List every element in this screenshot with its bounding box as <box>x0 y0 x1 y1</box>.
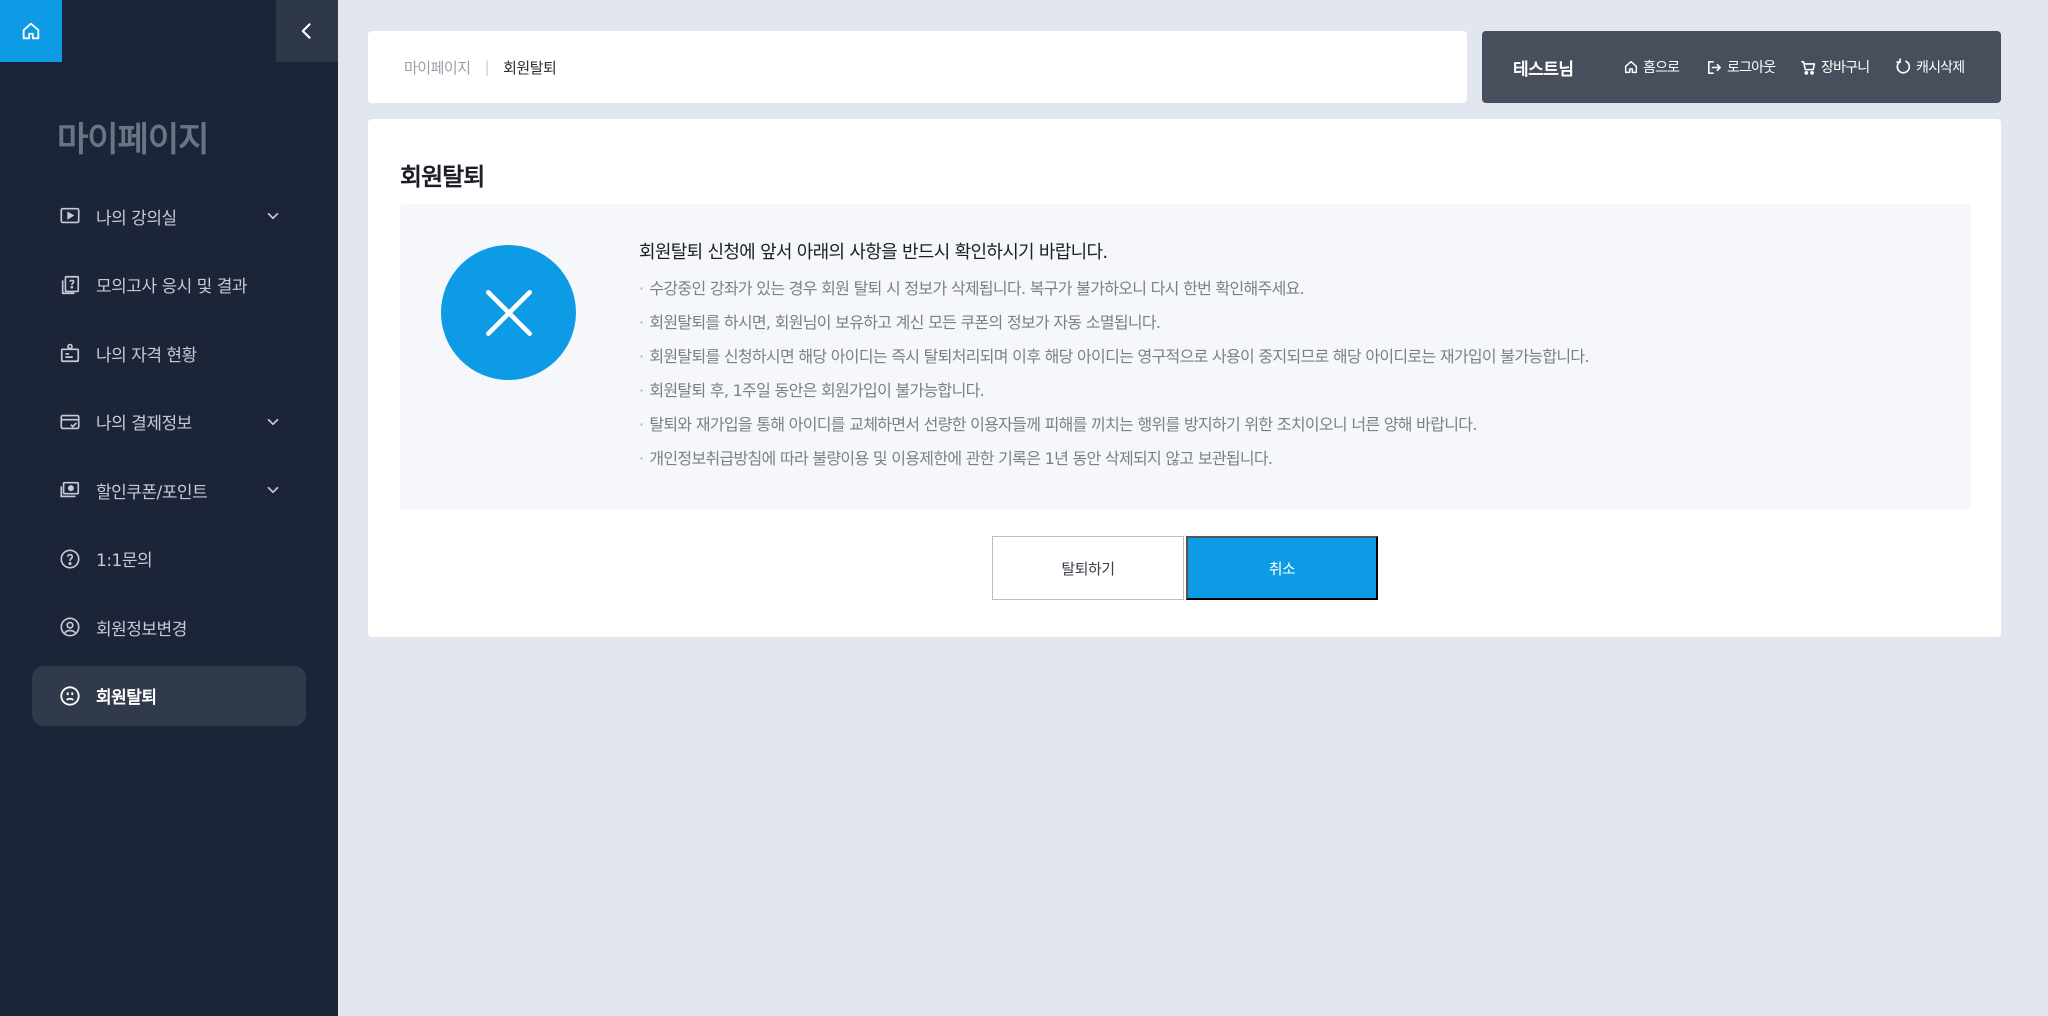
logout-label: 로그아웃 <box>1727 60 1776 76</box>
sidebar-item-coupon-point[interactable]: 할인쿠폰/포인트 <box>32 460 306 520</box>
cancel-button[interactable]: 취소 <box>1186 536 1378 600</box>
sidebar-item-label: 회원정보변경 <box>96 619 187 640</box>
logout-icon <box>1708 60 1721 74</box>
withdraw-card: 회원탈퇴 회원탈퇴 신청에 앞서 아래의 사항을 반드시 확인하시기 바랍니다.… <box>368 119 2001 637</box>
notice-text: 회원탈퇴 후, 1주일 동안은 회원가입이 불가능합니다. <box>649 381 984 400</box>
home-icon <box>1624 60 1638 74</box>
sidebar-item-profile-edit[interactable]: 회원정보변경 <box>32 597 306 657</box>
play-screen-icon <box>58 204 82 228</box>
sidebar-item-label: 나의 자격 현황 <box>96 345 197 366</box>
notice-text: 탈퇴와 재가입을 통해 아이디를 교체하면서 선량한 이용자들께 피해를 끼치는… <box>649 415 1477 434</box>
list-item: · 수강중인 강좌가 있는 경우 회원 탈퇴 시 정보가 삭제됩니다. 복구가 불… <box>639 278 1589 312</box>
breadcrumb-separator: | <box>484 58 490 76</box>
sidebar-item-label: 모의고사 응시 및 결과 <box>96 277 247 297</box>
quiz-icon <box>58 273 82 297</box>
chevron-down-icon <box>267 418 279 425</box>
notice-text: 회원탈퇴를 하시면, 회원님이 보유하고 계신 모든 쿠폰의 정보가 자동 소멸… <box>649 313 1161 332</box>
list-item: · 탈퇴와 재가입을 통해 아이디를 교체하면서 선량한 이용자들께 피해를 끼치… <box>639 414 1589 448</box>
user-bar: 테스트님 홈으로 로그아웃 장바구니 캐시삭제 <box>1482 31 2001 103</box>
cart-icon <box>1801 60 1816 75</box>
sidebar-item-label: 나의 결제정보 <box>96 414 192 434</box>
list-item: · 회원탈퇴를 신청하시면 해당 아이디는 즉시 탈퇴처리되며 이후 해당 아이디… <box>639 346 1590 380</box>
question-icon <box>58 547 82 571</box>
sidebar-item-payment[interactable]: 나의 결제정보 <box>32 392 306 452</box>
coupon-icon <box>58 478 82 502</box>
sidebar-item-label: 할인쿠폰/포인트 <box>96 482 208 503</box>
sidebar-item-withdraw[interactable]: 회원탈퇴 <box>32 665 306 726</box>
withdraw-button[interactable]: 탈퇴하기 <box>992 536 1184 600</box>
clear-cache-link[interactable]: 캐시삭제 <box>1894 57 1965 77</box>
chevron-down-icon <box>267 486 279 494</box>
go-home-label: 홈으로 <box>1643 60 1680 76</box>
list-item: · 회원탈퇴를 하시면, 회원님이 보유하고 계신 모든 쿠폰의 정보가 자동 소… <box>639 312 1589 346</box>
home-icon <box>22 22 40 40</box>
bullet: · <box>639 449 644 468</box>
notice-heading: 회원탈퇴 신청에 앞서 아래의 사항을 반드시 확인하시기 바랍니다. <box>639 242 1108 263</box>
sidebar-title: 마이페이지 <box>57 120 209 160</box>
breadcrumb: 마이페이지 | 회원탈퇴 <box>368 31 1467 103</box>
sidebar-item-certificates[interactable]: 나의 자격 현황 <box>32 323 306 383</box>
breadcrumb-current: 회원탈퇴 <box>503 58 557 77</box>
cart-label: 장바구니 <box>1821 60 1870 76</box>
bullet: · <box>639 415 644 434</box>
page-title: 회원탈퇴 <box>400 163 485 191</box>
chevron-left-icon <box>301 23 311 39</box>
sidebar-item-mock-exam[interactable]: 모의고사 응시 및 결과 <box>32 255 306 315</box>
list-item: · 회원탈퇴 후, 1주일 동안은 회원가입이 불가능합니다. <box>639 380 1589 414</box>
withdraw-notice: 회원탈퇴 신청에 앞서 아래의 사항을 반드시 확인하시기 바랍니다. · 수강중… <box>400 204 1971 510</box>
home-button[interactable] <box>0 0 62 62</box>
go-home-link[interactable]: 홈으로 <box>1623 57 1680 77</box>
bullet: · <box>639 347 644 366</box>
notice-text: 회원탈퇴를 신청하시면 해당 아이디는 즉시 탈퇴처리되며 이후 해당 아이디는… <box>649 347 1589 366</box>
sidebar-item-inquiry[interactable]: 1:1문의 <box>32 529 306 589</box>
sidebar-item-my-classroom[interactable]: 나의 강의실 <box>32 186 306 246</box>
sidebar: 마이페이지 나의 강의실 모의고사 응시 및 결과 나의 자격 현황 나의 결제… <box>0 0 338 1016</box>
clear-cache-label: 캐시삭제 <box>1916 60 1965 76</box>
sidebar-item-label: 1:1문의 <box>96 551 153 571</box>
cart-link[interactable]: 장바구니 <box>1800 57 1870 77</box>
notice-list: · 수강중인 강좌가 있는 경우 회원 탈퇴 시 정보가 삭제됩니다. 복구가 불… <box>639 278 1590 482</box>
bullet: · <box>639 381 644 400</box>
bullet: · <box>639 279 644 298</box>
card-icon <box>58 410 82 434</box>
sad-face-icon <box>58 684 82 708</box>
sidebar-item-label: 나의 강의실 <box>96 208 177 229</box>
sidebar-item-label: 회원탈퇴 <box>96 688 157 708</box>
notice-text: 개인정보취급방침에 따라 불량이용 및 이용제한에 관한 기록은 1년 동안 삭… <box>649 449 1273 468</box>
close-icon <box>441 245 576 380</box>
chevron-down-icon <box>267 212 279 220</box>
refresh-icon <box>1896 58 1911 74</box>
notice-text: 수강중인 강좌가 있는 경우 회원 탈퇴 시 정보가 삭제됩니다. 복구가 불가… <box>649 279 1305 298</box>
sidebar-menu: 나의 강의실 모의고사 응시 및 결과 나의 자격 현황 나의 결제정보 할인쿠… <box>32 186 306 734</box>
list-item: · 개인정보취급방침에 따라 불량이용 및 이용제한에 관한 기록은 1년 동안 … <box>639 448 1589 482</box>
user-circle-icon <box>58 615 82 639</box>
logout-link[interactable]: 로그아웃 <box>1706 57 1776 77</box>
certificate-icon <box>58 341 82 365</box>
breadcrumb-mypage-link[interactable]: 마이페이지 <box>404 57 471 78</box>
sidebar-collapse-button[interactable] <box>276 0 338 62</box>
user-name: 테스트님 <box>1513 60 1574 80</box>
bullet: · <box>639 313 644 332</box>
